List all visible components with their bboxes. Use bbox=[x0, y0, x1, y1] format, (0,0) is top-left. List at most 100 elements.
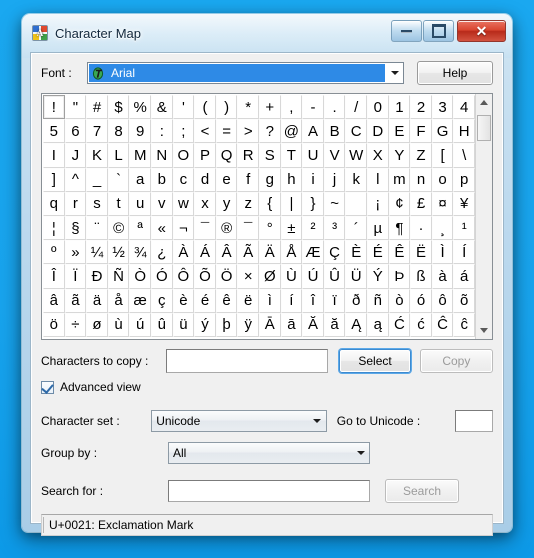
character-cell[interactable]: X bbox=[367, 143, 389, 168]
character-cell[interactable]: Å bbox=[280, 240, 303, 265]
character-cell[interactable]: Ì bbox=[431, 240, 454, 265]
character-cell[interactable]: ā bbox=[280, 312, 303, 337]
maximize-button[interactable] bbox=[423, 20, 454, 42]
character-cell[interactable]: ( bbox=[194, 95, 216, 120]
character-cell[interactable]: ø bbox=[86, 312, 108, 337]
character-cell[interactable]: 5 bbox=[43, 119, 65, 144]
character-cell[interactable]: § bbox=[64, 215, 87, 241]
character-cell[interactable]: ù bbox=[107, 312, 130, 337]
character-cell[interactable]: W bbox=[345, 143, 367, 168]
character-cell[interactable]: ü bbox=[172, 312, 195, 337]
character-cell[interactable]: . bbox=[323, 95, 346, 120]
character-set-dropdown-arrow[interactable] bbox=[309, 411, 326, 431]
character-cell[interactable]: Î bbox=[43, 264, 65, 289]
character-cell[interactable]: ý bbox=[194, 312, 216, 337]
character-cell[interactable]: ! bbox=[43, 95, 65, 120]
grid-scrollbar[interactable] bbox=[475, 94, 492, 339]
character-cell[interactable]: r bbox=[64, 191, 87, 216]
character-cell[interactable]: s bbox=[86, 191, 108, 216]
group-by-dropdown-arrow[interactable] bbox=[352, 443, 369, 463]
scrollbar-track[interactable] bbox=[476, 111, 492, 322]
character-cell[interactable]: ' bbox=[172, 95, 195, 120]
character-cell[interactable]: ¦ bbox=[43, 215, 65, 241]
character-cell[interactable]: ` bbox=[107, 167, 130, 192]
character-cell[interactable]: q bbox=[43, 191, 65, 216]
character-cell[interactable]: ÿ bbox=[237, 312, 259, 337]
character-cell[interactable]: v bbox=[151, 191, 173, 216]
character-cell[interactable]: ĉ bbox=[453, 312, 475, 337]
character-cell[interactable]: » bbox=[64, 240, 87, 265]
character-cell[interactable]: ï bbox=[323, 288, 346, 313]
search-button[interactable]: Search bbox=[385, 479, 459, 503]
character-cell[interactable]: £ bbox=[410, 191, 432, 216]
character-cell[interactable]: C bbox=[345, 119, 367, 144]
character-cell[interactable]: N bbox=[151, 143, 173, 168]
character-cell[interactable]: Ă bbox=[302, 312, 324, 337]
character-cell[interactable]: 6 bbox=[64, 119, 87, 144]
minimize-button[interactable] bbox=[391, 20, 422, 42]
character-cell[interactable]: | bbox=[280, 191, 303, 216]
character-cell[interactable]: Í bbox=[453, 240, 475, 265]
character-cell[interactable]: c bbox=[172, 167, 195, 192]
character-cell[interactable]: + bbox=[259, 95, 281, 120]
character-cell[interactable]: Ó bbox=[151, 264, 173, 289]
character-cell[interactable]: á bbox=[453, 264, 475, 289]
character-cell[interactable]: Á bbox=[194, 240, 216, 265]
character-cell[interactable]: À bbox=[172, 240, 195, 265]
character-cell[interactable]: k bbox=[345, 167, 367, 192]
character-cell[interactable]: Ä bbox=[259, 240, 281, 265]
character-cell[interactable]: æ bbox=[129, 288, 151, 313]
character-cell[interactable]: ê bbox=[215, 288, 238, 313]
character-cell[interactable]: Ý bbox=[367, 264, 389, 289]
character-cell[interactable]: ° bbox=[259, 215, 281, 241]
go-to-unicode-input[interactable] bbox=[455, 410, 493, 432]
advanced-view-row[interactable]: Advanced view bbox=[41, 380, 493, 394]
character-cell[interactable]: Ø bbox=[259, 264, 281, 289]
character-cell[interactable]: m bbox=[388, 167, 411, 192]
character-cell[interactable]: ¾ bbox=[129, 240, 151, 265]
character-cell[interactable]: " bbox=[64, 95, 87, 120]
character-cell[interactable]: ® bbox=[215, 215, 238, 241]
character-cell[interactable]: ] bbox=[43, 167, 65, 192]
character-cell[interactable]: ò bbox=[388, 288, 411, 313]
character-cell[interactable]: B bbox=[323, 119, 346, 144]
character-cell[interactable]: · bbox=[410, 215, 432, 241]
scroll-down-button[interactable] bbox=[476, 322, 492, 339]
character-cell[interactable]: © bbox=[107, 215, 130, 241]
character-cell[interactable]: Ï bbox=[64, 264, 87, 289]
title-bar[interactable]: A Character Map ✕ bbox=[22, 14, 512, 52]
character-cell[interactable]: ç bbox=[151, 288, 173, 313]
character-cell[interactable]: ³ bbox=[323, 215, 346, 241]
character-cell[interactable]: ¡ bbox=[367, 191, 389, 216]
character-cell[interactable]: ¼ bbox=[86, 240, 108, 265]
character-cell[interactable]: O bbox=[172, 143, 195, 168]
character-cell[interactable]: ó bbox=[410, 288, 432, 313]
character-cell[interactable]: ä bbox=[86, 288, 108, 313]
character-cell[interactable]: ¯ bbox=[194, 215, 216, 241]
character-cell[interactable]: â bbox=[43, 288, 65, 313]
character-cell[interactable]: $ bbox=[107, 95, 130, 120]
character-cell[interactable]: ¤ bbox=[431, 191, 454, 216]
character-cell[interactable]: × bbox=[237, 264, 259, 289]
character-cell[interactable]: * bbox=[237, 95, 259, 120]
character-cell[interactable]: Ê bbox=[388, 240, 411, 265]
character-cell[interactable]: ã bbox=[64, 288, 87, 313]
character-cell[interactable]: 1 bbox=[388, 95, 411, 120]
character-cell[interactable]: y bbox=[215, 191, 238, 216]
character-cell[interactable]: é bbox=[194, 288, 216, 313]
character-cell[interactable]: E bbox=[388, 119, 411, 144]
character-cell[interactable]: û bbox=[151, 312, 173, 337]
character-cell[interactable]: ¿ bbox=[151, 240, 173, 265]
character-cell[interactable]: - bbox=[302, 95, 324, 120]
character-cell[interactable]: / bbox=[345, 95, 367, 120]
character-cell[interactable]: å bbox=[107, 288, 130, 313]
character-cell[interactable]: º bbox=[43, 240, 65, 265]
character-cell[interactable]: U bbox=[302, 143, 324, 168]
character-cell[interactable]: R bbox=[237, 143, 259, 168]
character-cell[interactable]: T bbox=[280, 143, 303, 168]
character-cell[interactable]: î bbox=[302, 288, 324, 313]
character-cell[interactable]: þ bbox=[215, 312, 238, 337]
character-cell[interactable]: i bbox=[302, 167, 324, 192]
character-cell[interactable]: I bbox=[43, 143, 65, 168]
character-cell[interactable]: < bbox=[194, 119, 216, 144]
